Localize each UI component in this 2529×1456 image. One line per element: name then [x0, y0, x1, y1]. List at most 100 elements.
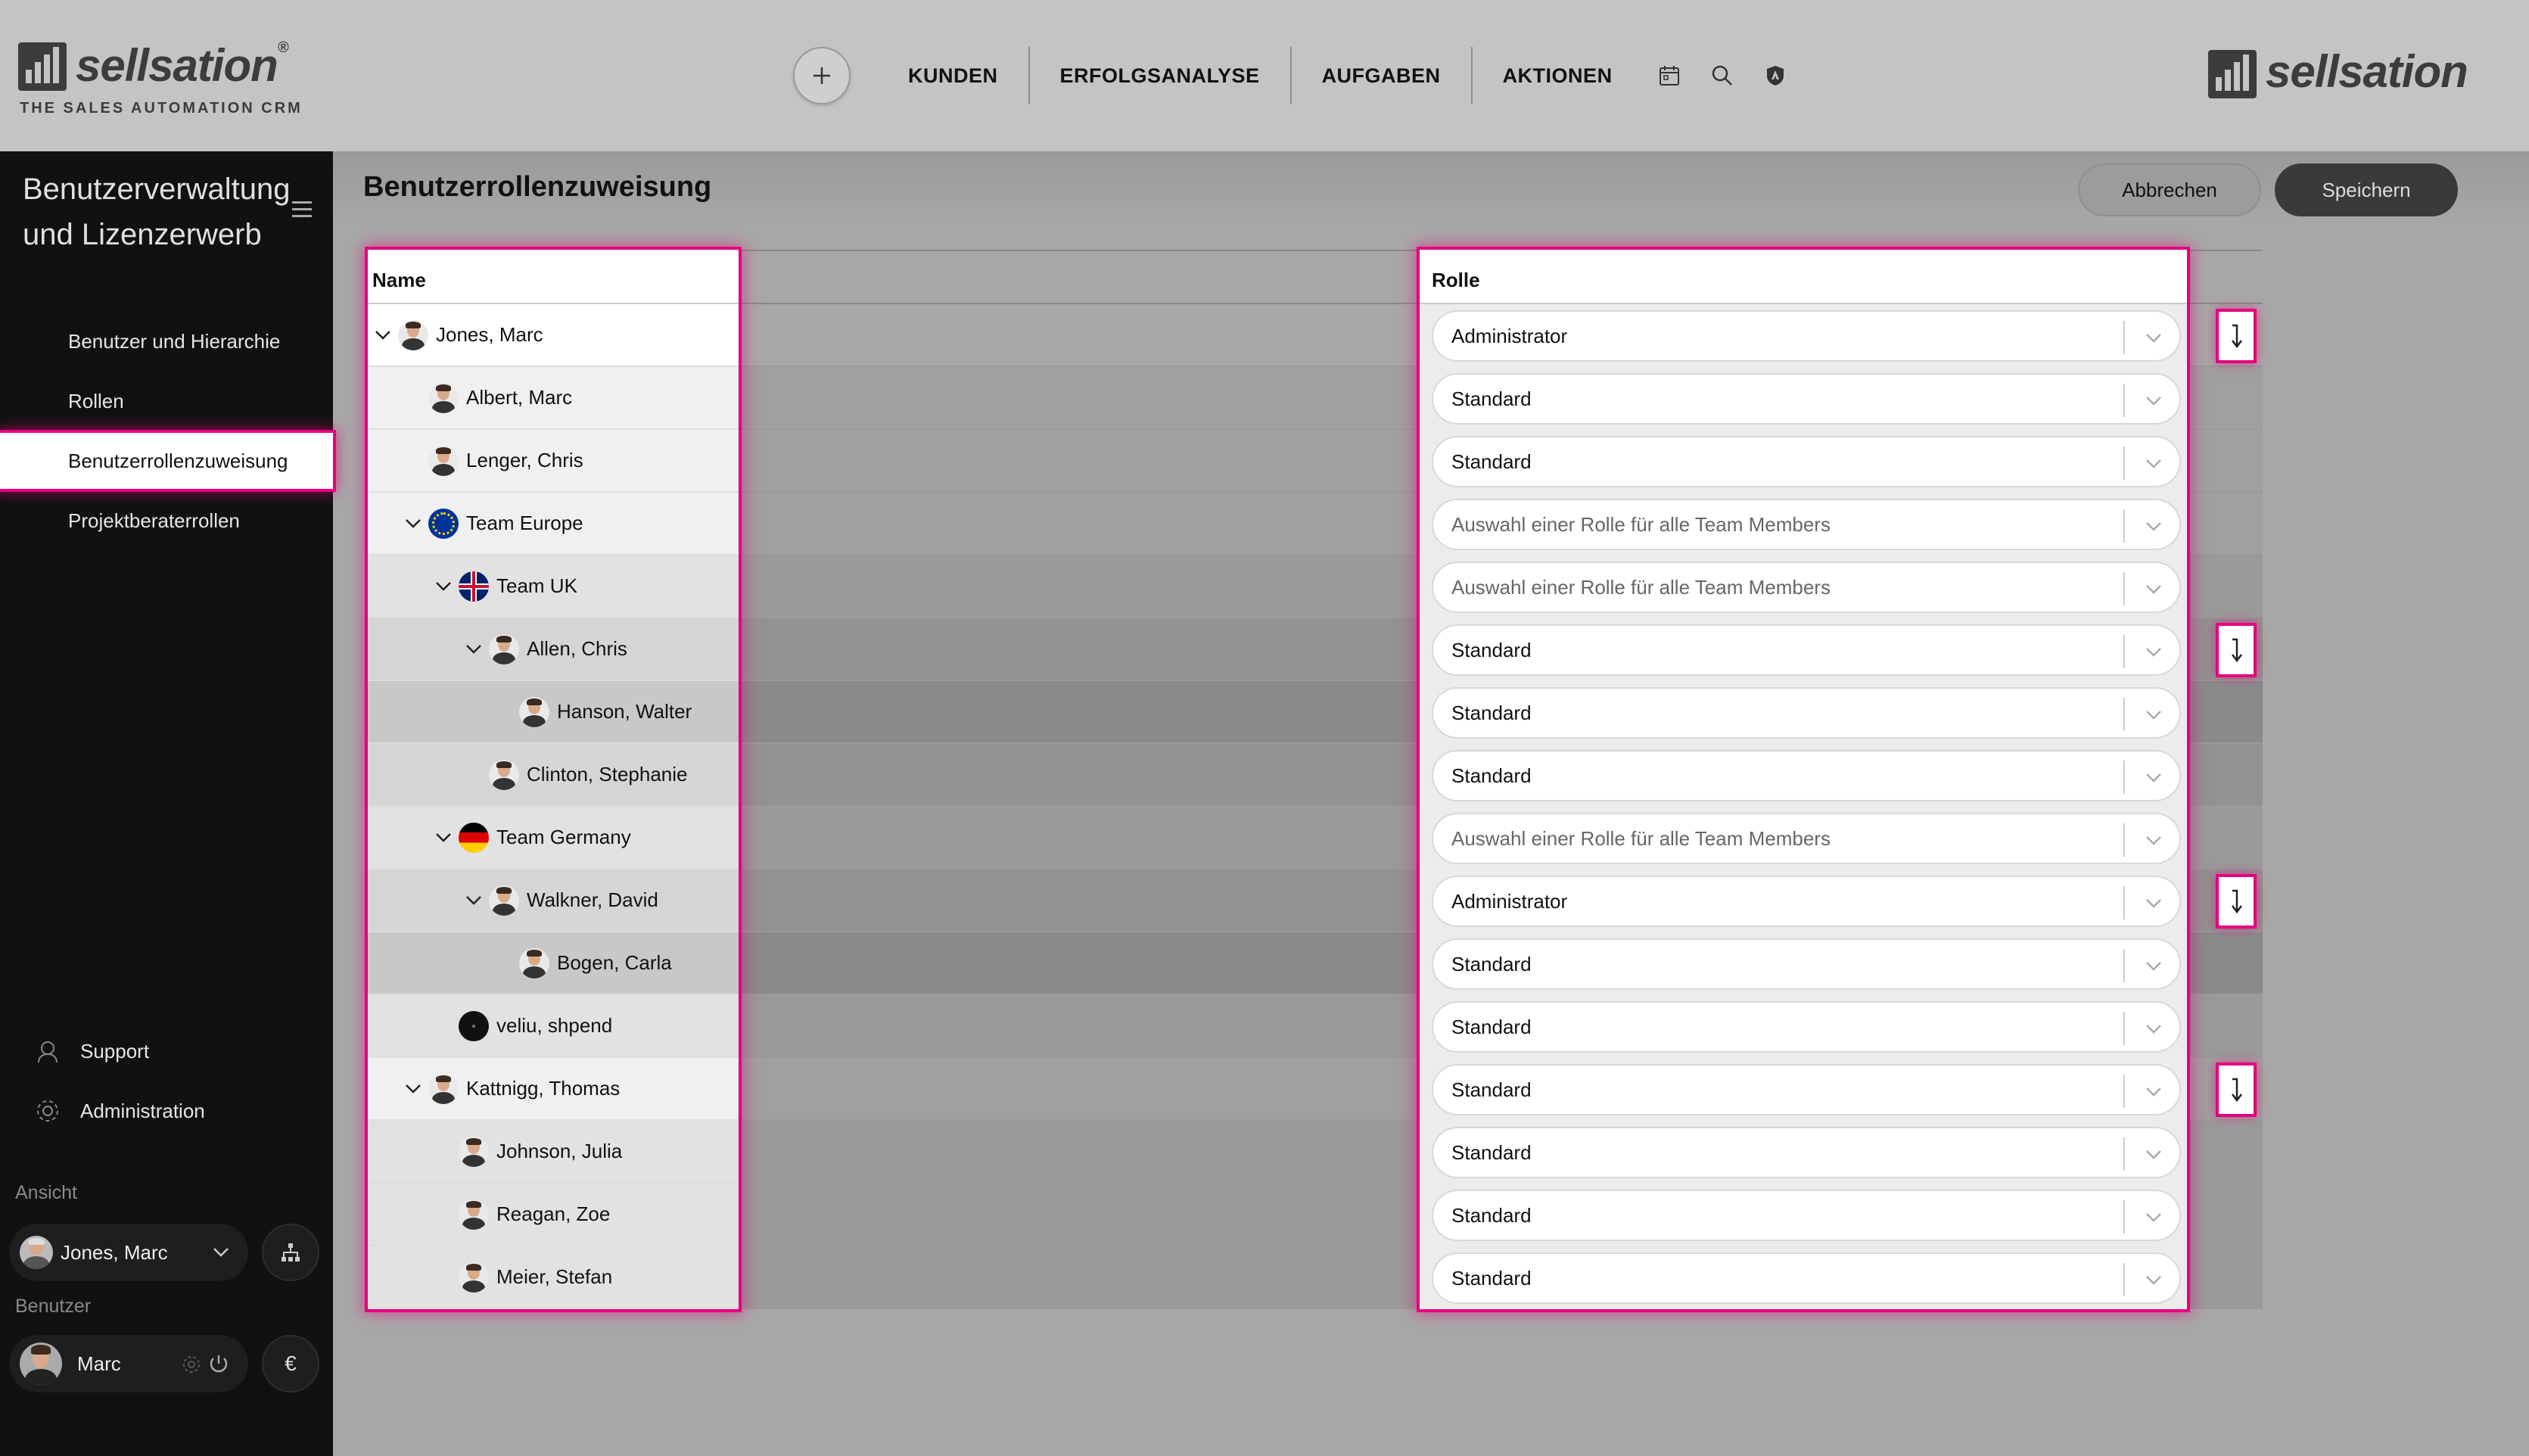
- sidebar-item-benutzerrollenzuweisung[interactable]: Benutzerrollenzuweisung: [0, 433, 333, 489]
- name-cell[interactable]: Reagan, Zoe: [368, 1184, 739, 1246]
- name-cell[interactable]: Johnson, Julia: [368, 1121, 739, 1184]
- administration-link[interactable]: Administration: [0, 1088, 333, 1134]
- hierarchy-button[interactable]: [262, 1224, 319, 1281]
- name-column: Name Jones, Marc Albert, Marc Lenger, Chri…: [368, 250, 739, 1309]
- role-select[interactable]: Standard: [1432, 1001, 2181, 1053]
- sidebar-item-projektberaterrollen[interactable]: Projektberaterrollen: [0, 493, 333, 549]
- apply-down-button[interactable]: [2219, 626, 2254, 674]
- avatar: [459, 1010, 489, 1041]
- name-cell[interactable]: Meier, Stefan: [368, 1246, 739, 1309]
- name-cell[interactable]: Kattnigg, Thomas: [368, 1058, 739, 1121]
- nav-aufgaben[interactable]: AUFGABEN: [1292, 47, 1471, 104]
- role-select[interactable]: Auswahl einer Rolle für alle Team Member…: [1432, 499, 2181, 550]
- member-name: Clinton, Stephanie: [527, 763, 688, 786]
- nav-kunden[interactable]: KUNDEN: [878, 47, 1028, 104]
- chevron-down-icon[interactable]: [398, 1078, 428, 1100]
- role-select[interactable]: Standard: [1432, 1252, 2181, 1304]
- brand-logo[interactable]: sellsation® THE SALES AUTOMATION CRM: [18, 39, 336, 121]
- role-select[interactable]: Auswahl einer Rolle für alle Team Member…: [1432, 813, 2181, 864]
- arrow-down-icon: [2232, 324, 2242, 349]
- role-select[interactable]: Standard: [1432, 1127, 2181, 1178]
- chevron-down-icon[interactable]: [368, 325, 398, 346]
- role-select[interactable]: Standard: [1432, 373, 2181, 425]
- member-name: Walkner, David: [527, 888, 658, 911]
- role-select[interactable]: Standard: [1432, 1064, 2181, 1115]
- name-cell[interactable]: Team Europe: [368, 493, 739, 555]
- view-user-select[interactable]: Jones, Marc: [9, 1224, 248, 1281]
- name-cell[interactable]: Jones, Marc: [368, 304, 739, 367]
- current-user-pill[interactable]: Marc: [9, 1335, 248, 1392]
- role-select[interactable]: Standard: [1432, 750, 2181, 801]
- select-divider: [2123, 1012, 2125, 1045]
- currency-button[interactable]: €: [262, 1335, 319, 1392]
- member-name: Reagan, Zoe: [496, 1202, 611, 1225]
- power-icon[interactable]: [207, 1353, 230, 1376]
- logo-bars-icon: [2208, 50, 2257, 98]
- role-select[interactable]: Standard: [1432, 687, 2181, 739]
- cancel-button[interactable]: Abbrechen: [2078, 163, 2261, 216]
- name-cell[interactable]: Bogen, Carla: [368, 932, 739, 995]
- chevron-down-icon[interactable]: [428, 827, 459, 848]
- apply-down-button[interactable]: [2219, 312, 2254, 360]
- name-cell[interactable]: Lenger, Chris: [368, 430, 739, 493]
- arrow-down-icon: [2232, 889, 2242, 914]
- apply-down-button[interactable]: [2219, 1066, 2254, 1114]
- select-divider: [2123, 1263, 2125, 1296]
- nav-aktionen[interactable]: AKTIONEN: [1473, 47, 1643, 104]
- role-select[interactable]: Standard: [1432, 938, 2181, 990]
- eu-flag-icon: [428, 508, 459, 539]
- name-cell[interactable]: Team UK: [368, 555, 739, 618]
- role-value: Auswahl einer Rolle für alle Team Member…: [1451, 826, 1831, 850]
- chevron-down-icon: [2146, 522, 2161, 531]
- chevron-down-icon[interactable]: [459, 890, 489, 911]
- role-select[interactable]: Standard: [1432, 1190, 2181, 1241]
- chevron-down-icon[interactable]: [459, 639, 489, 660]
- support-link[interactable]: Support: [0, 1028, 333, 1074]
- name-cell[interactable]: Albert, Marc: [368, 367, 739, 430]
- member-name: Kattnigg, Thomas: [466, 1077, 621, 1100]
- role-select[interactable]: Auswahl einer Rolle für alle Team Member…: [1432, 562, 2181, 613]
- member-name: Hanson, Walter: [557, 700, 692, 723]
- brand-logo-right: sellsation: [2208, 46, 2511, 101]
- chevron-down-icon: [2146, 397, 2161, 406]
- name-cell[interactable]: veliu, shpend: [368, 995, 739, 1058]
- calendar-icon[interactable]: [1643, 47, 1696, 104]
- name-cell[interactable]: Allen, Chris: [368, 618, 739, 681]
- role-value: Standard: [1451, 450, 1532, 473]
- role-select[interactable]: Standard: [1432, 436, 2181, 487]
- save-button[interactable]: Speichern: [2275, 163, 2458, 216]
- name-cell[interactable]: Walkner, David: [368, 870, 739, 932]
- nav-erfolgsanalyse[interactable]: ERFOLGSANALYSE: [1030, 47, 1290, 104]
- avatar: [489, 759, 519, 790]
- name-cell[interactable]: Hanson, Walter: [368, 681, 739, 744]
- headset-icon: [38, 1041, 58, 1063]
- shield-icon[interactable]: [1749, 47, 1802, 104]
- avatar: [20, 1236, 53, 1269]
- role-select[interactable]: Administrator: [1432, 310, 2181, 362]
- add-button[interactable]: [793, 47, 851, 104]
- role-select[interactable]: Standard: [1432, 624, 2181, 676]
- role-select[interactable]: Administrator: [1432, 876, 2181, 927]
- sidebar-item-rollen[interactable]: Rollen: [0, 373, 333, 429]
- role-value: Standard: [1451, 1140, 1532, 1164]
- gear-icon[interactable]: [182, 1355, 201, 1374]
- role-value: Administrator: [1451, 889, 1568, 913]
- sidebar-item-benutzer-hierarchie[interactable]: Benutzer und Hierarchie: [0, 313, 333, 369]
- chevron-down-icon[interactable]: [428, 576, 459, 597]
- chevron-down-icon[interactable]: [398, 513, 428, 534]
- search-icon[interactable]: [1696, 47, 1749, 104]
- select-divider: [2123, 572, 2125, 605]
- avatar: [398, 319, 428, 350]
- apply-down-button[interactable]: [2219, 877, 2254, 926]
- chevron-down-icon: [2146, 962, 2161, 971]
- logo-tagline: THE SALES AUTOMATION CRM: [20, 100, 303, 117]
- name-cell[interactable]: Team Germany: [368, 807, 739, 870]
- role-value: Auswahl einer Rolle für alle Team Member…: [1451, 512, 1831, 536]
- role-value: Standard: [1451, 1015, 1532, 1038]
- logo-wordmark: sellsation®: [76, 39, 289, 91]
- avatar: [428, 1073, 459, 1104]
- member-name: Meier, Stefan: [496, 1265, 613, 1288]
- menu-icon[interactable]: [292, 201, 312, 222]
- name-cell[interactable]: Clinton, Stephanie: [368, 744, 739, 807]
- role-value: Administrator: [1451, 324, 1568, 347]
